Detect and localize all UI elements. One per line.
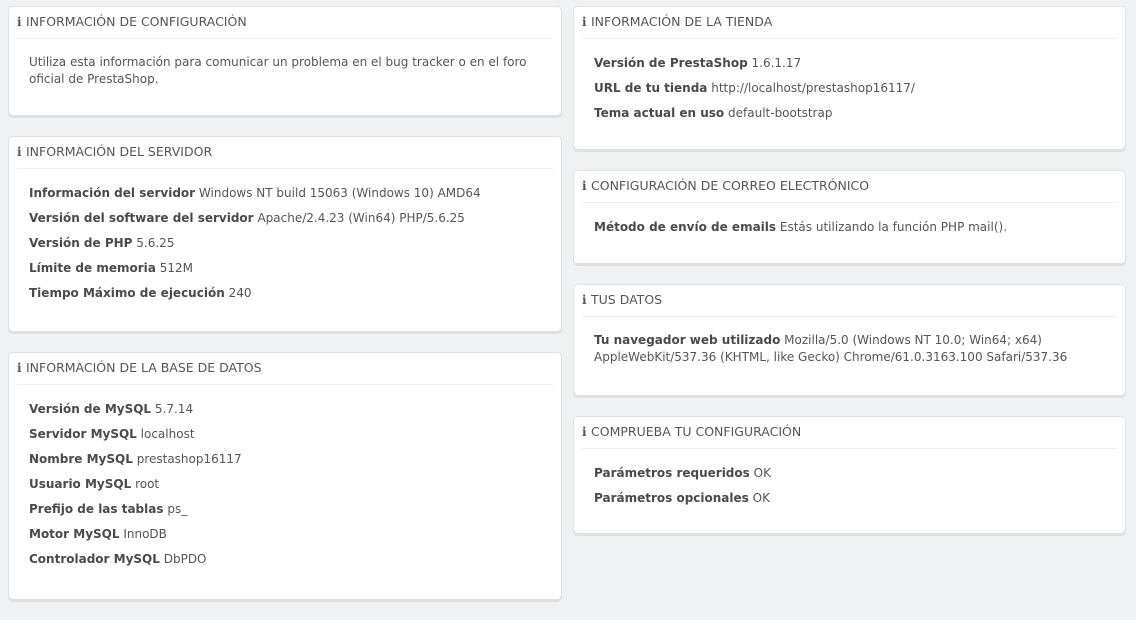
panel-heading: i TUS DATOS xyxy=(582,285,1117,317)
info-row: Parámetros requeridos OK xyxy=(594,464,1105,482)
info-row: Versión del software del servidor Apache… xyxy=(29,209,541,227)
info-label: Versión de PHP xyxy=(29,236,133,250)
info-row: Nombre MySQL prestashop16117 xyxy=(29,450,541,468)
panel-body: Versión de MySQL 5.7.14 Servidor MySQL l… xyxy=(17,395,553,568)
info-value: Apache/2.4.23 (Win64) PHP/5.6.25 xyxy=(257,211,465,225)
info-icon: i xyxy=(582,425,587,439)
your-data-panel: i TUS DATOS Tu navegador web utilizado Mo… xyxy=(573,284,1126,396)
info-label: Límite de memoria xyxy=(29,261,156,275)
info-value: 512M xyxy=(159,261,193,275)
info-label: Servidor MySQL xyxy=(29,427,137,441)
panel-body: Método de envío de emails Estás utilizan… xyxy=(582,213,1117,236)
info-label: Usuario MySQL xyxy=(29,477,132,491)
info-row: Motor MySQL InnoDB xyxy=(29,525,541,543)
info-value: 5.7.14 xyxy=(154,402,194,416)
info-row: Tu navegador web utilizado Mozilla/5.0 (… xyxy=(594,332,1105,366)
left-column: i INFORMACIÓN DE CONFIGURACIÓN Utiliza es… xyxy=(8,6,562,620)
info-row: Usuario MySQL root xyxy=(29,475,541,493)
check-config-panel: i COMPRUEBA TU CONFIGURACIÓN Parámetros r… xyxy=(573,416,1126,534)
panel-title: CONFIGURACIÓN DE CORREO ELECTRÓNICO xyxy=(591,178,870,193)
panel-title: INFORMACIÓN DE LA BASE DE DATOS xyxy=(26,360,262,375)
config-info-panel: i INFORMACIÓN DE CONFIGURACIÓN Utiliza es… xyxy=(8,6,562,116)
panel-heading: i COMPRUEBA TU CONFIGURACIÓN xyxy=(582,417,1117,449)
info-value: http://localhost/prestashop16117/ xyxy=(711,81,915,95)
info-value: Estás utilizando la función PHP mail(). xyxy=(779,220,1008,234)
info-row: Límite de memoria 512M xyxy=(29,259,541,277)
info-row: Información del servidor Windows NT buil… xyxy=(29,184,541,202)
info-value: 5.6.25 xyxy=(136,236,175,250)
info-value: OK xyxy=(752,491,770,505)
info-row: Versión de PrestaShop 1.6.1.17 xyxy=(594,54,1105,72)
info-icon: i xyxy=(582,179,587,193)
info-label: Prefijo de las tablas xyxy=(29,502,164,516)
info-row: Servidor MySQL localhost xyxy=(29,425,541,443)
info-label: Motor MySQL xyxy=(29,527,120,541)
info-row: Parámetros opcionales OK xyxy=(594,489,1105,507)
panel-body: Utiliza esta información para comunicar … xyxy=(17,49,553,88)
panel-body: Versión de PrestaShop 1.6.1.17 URL de tu… xyxy=(582,49,1117,122)
info-row: Tiempo Máximo de ejecución 240 xyxy=(29,284,541,302)
mail-config-panel: i CONFIGURACIÓN DE CORREO ELECTRÓNICO Mét… xyxy=(573,170,1126,264)
server-info-panel: i INFORMACIÓN DEL SERVIDOR Información de… xyxy=(8,136,562,332)
info-icon: i xyxy=(17,361,22,375)
info-label: Versión de PrestaShop xyxy=(594,56,748,70)
info-value: 1.6.1.17 xyxy=(751,56,802,70)
store-info-panel: i INFORMACIÓN DE LA TIENDA Versión de Pre… xyxy=(573,6,1126,150)
panel-heading: i INFORMACIÓN DEL SERVIDOR xyxy=(17,137,553,169)
panel-title: COMPRUEBA TU CONFIGURACIÓN xyxy=(591,424,802,439)
info-label: Tiempo Máximo de ejecución xyxy=(29,286,225,300)
info-value: root xyxy=(135,477,160,491)
info-label: Parámetros requeridos xyxy=(594,466,750,480)
info-value: DbPDO xyxy=(163,552,207,566)
panel-title: INFORMACIÓN DE CONFIGURACIÓN xyxy=(26,14,247,29)
info-label: Nombre MySQL xyxy=(29,452,133,466)
info-icon: i xyxy=(17,145,22,159)
info-value: localhost xyxy=(140,427,195,441)
info-label: Versión del software del servidor xyxy=(29,211,254,225)
info-row: Tema actual en uso default-bootstrap xyxy=(594,104,1105,122)
panel-title: TUS DATOS xyxy=(591,292,663,307)
panel-title: INFORMACIÓN DEL SERVIDOR xyxy=(26,144,213,159)
info-label: Información del servidor xyxy=(29,186,196,200)
info-row: Método de envío de emails Estás utilizan… xyxy=(594,218,1105,236)
panel-body: Tu navegador web utilizado Mozilla/5.0 (… xyxy=(582,327,1117,366)
info-value: 240 xyxy=(228,286,252,300)
config-info-text: Utiliza esta información para comunicar … xyxy=(29,55,527,86)
info-label: Método de envío de emails xyxy=(594,220,777,234)
panel-body: Parámetros requeridos OK Parámetros opci… xyxy=(582,459,1117,507)
info-value: Windows NT build 15063 (Windows 10) AMD6… xyxy=(198,186,481,200)
info-row: Controlador MySQL DbPDO xyxy=(29,550,541,568)
panel-heading: i CONFIGURACIÓN DE CORREO ELECTRÓNICO xyxy=(582,171,1117,203)
info-value: OK xyxy=(753,466,771,480)
right-column: i INFORMACIÓN DE LA TIENDA Versión de Pre… xyxy=(573,6,1126,554)
info-label: Parámetros opcionales xyxy=(594,491,749,505)
info-icon: i xyxy=(582,15,587,29)
info-row: Prefijo de las tablas ps_ xyxy=(29,500,541,518)
info-label: Tu navegador web utilizado xyxy=(594,333,781,347)
info-value: prestashop16117 xyxy=(136,452,242,466)
info-label: Tema actual en uso xyxy=(594,106,725,120)
info-icon: i xyxy=(582,293,587,307)
db-info-panel: i INFORMACIÓN DE LA BASE DE DATOS Versión… xyxy=(8,352,562,600)
panel-title: INFORMACIÓN DE LA TIENDA xyxy=(591,14,773,29)
info-icon: i xyxy=(17,15,22,29)
panel-heading: i INFORMACIÓN DE CONFIGURACIÓN xyxy=(17,7,553,39)
info-value: InnoDB xyxy=(123,527,167,541)
panel-body: Información del servidor Windows NT buil… xyxy=(17,179,553,302)
info-row: URL de tu tienda http://localhost/presta… xyxy=(594,79,1105,97)
info-row: Versión de PHP 5.6.25 xyxy=(29,234,541,252)
info-label: Controlador MySQL xyxy=(29,552,160,566)
info-row: Versión de MySQL 5.7.14 xyxy=(29,400,541,418)
info-label: Versión de MySQL xyxy=(29,402,152,416)
info-value: ps_ xyxy=(167,502,188,516)
panel-heading: i INFORMACIÓN DE LA TIENDA xyxy=(582,7,1117,39)
info-value: default-bootstrap xyxy=(728,106,833,120)
panel-heading: i INFORMACIÓN DE LA BASE DE DATOS xyxy=(17,353,553,385)
info-label: URL de tu tienda xyxy=(594,81,708,95)
